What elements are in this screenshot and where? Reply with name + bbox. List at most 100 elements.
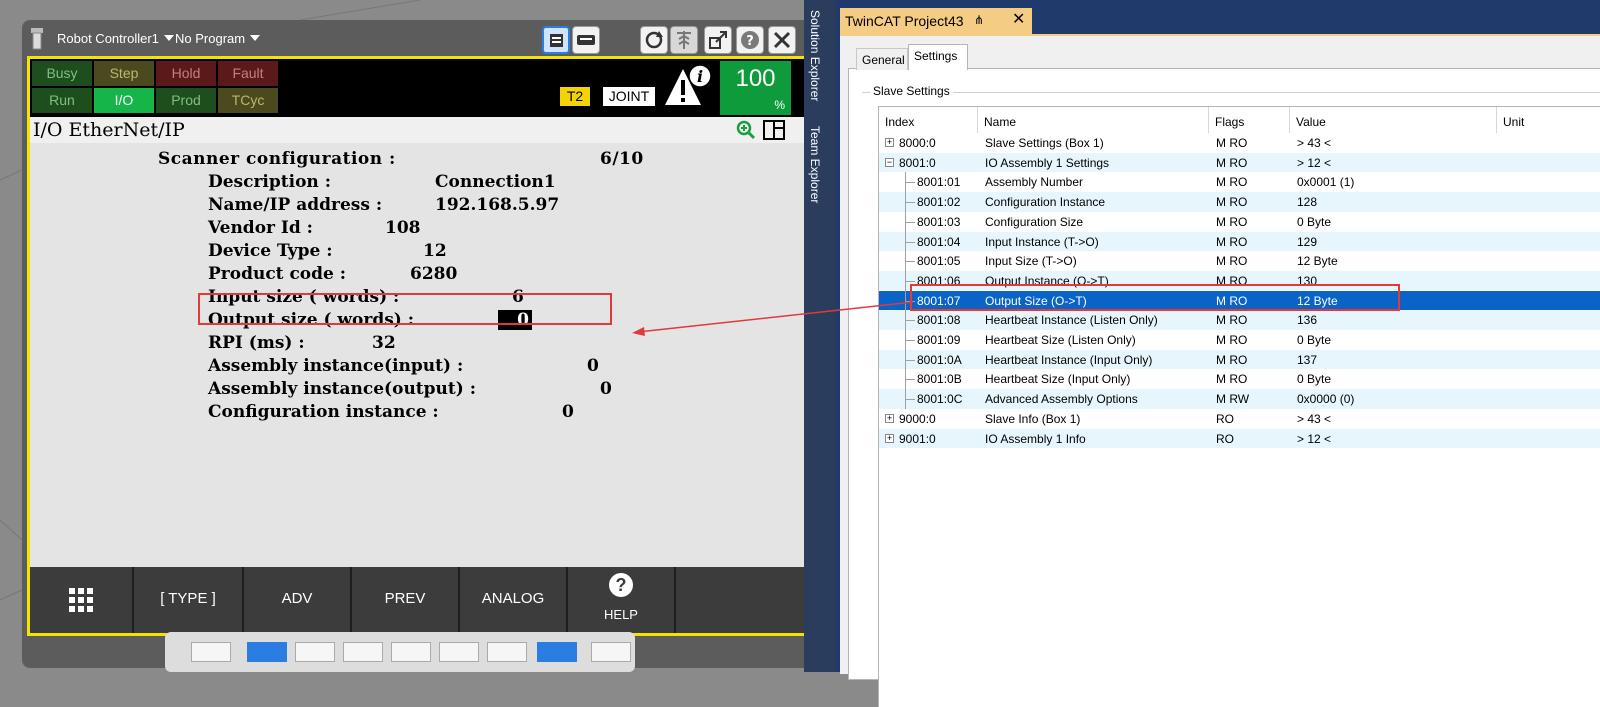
- tree-connector: [905, 359, 915, 361]
- table-row[interactable]: +9001:0 IO Assembly 1 Info RO > 12 <: [879, 428, 1600, 448]
- collapse-icon[interactable]: −: [885, 157, 894, 167]
- led-step: Step: [94, 61, 154, 86]
- table-row[interactable]: +9000:0 Slave Info (Box 1) RO > 43 <: [879, 409, 1600, 429]
- prev-key-label: PREV: [384, 590, 426, 607]
- table-row[interactable]: 8001:0B Heartbeat Size (Input Only) M RO 0 …: [879, 369, 1600, 390]
- field-assembly-input-label: Assembly instance(input) :: [208, 356, 464, 376]
- table-row[interactable]: 8001:0C Advanced Assembly Options M RW 0x00…: [879, 389, 1600, 410]
- field-vendor-value[interactable]: 108: [385, 218, 421, 238]
- controller-label: Robot Controller1: [57, 31, 159, 46]
- external-button[interactable]: [704, 26, 732, 54]
- table-row[interactable]: 8001:08 Heartbeat Instance (Listen Only) M…: [879, 310, 1600, 331]
- tree-connector: [905, 340, 915, 341]
- keyboard-button[interactable]: [572, 26, 600, 54]
- field-ip-value[interactable]: 192.168.5.97: [435, 195, 559, 215]
- tree-connector: [905, 330, 906, 350]
- bottom-key[interactable]: [439, 642, 479, 662]
- pin-icon[interactable]: ⋔: [974, 13, 984, 27]
- field-device-type-label: Device Type :: [208, 241, 333, 261]
- expand-icon[interactable]: +: [885, 138, 894, 147]
- empty-key[interactable]: [676, 567, 812, 633]
- cell-name: Heartbeat Instance (Listen Only): [985, 313, 1158, 328]
- frame-icon: [677, 31, 691, 49]
- settings-grid: Index Name Flags Value Unit +8000:0 Slave…: [878, 106, 1600, 707]
- softkey-bar: [ TYPE ] ADV PREV ANALOG ? HELP: [30, 567, 812, 633]
- expand-icon[interactable]: +: [885, 413, 894, 423]
- cell-index: 8001:04: [917, 234, 961, 249]
- help-key[interactable]: ? HELP: [568, 567, 676, 633]
- column-header-name[interactable]: Name: [978, 107, 1208, 133]
- info-button[interactable]: ?: [736, 26, 764, 54]
- output-size-row-highlight: [910, 284, 1400, 311]
- controller-dropdown[interactable]: Robot Controller1: [57, 31, 174, 46]
- tab-settings[interactable]: Settings: [908, 44, 968, 70]
- close-icon[interactable]: ✕: [1012, 9, 1025, 29]
- override-speed[interactable]: 100 %: [720, 61, 791, 115]
- cell-index: 9001:0: [899, 431, 936, 446]
- table-row[interactable]: 8001:09 Heartbeat Size (Listen Only) M RO 0…: [879, 330, 1600, 350]
- column-header-value[interactable]: Value: [1290, 107, 1496, 133]
- cell-value: > 12 <: [1297, 431, 1332, 446]
- alarm-warning-icon[interactable]: i: [663, 63, 713, 107]
- scanner-config-index: 6/10: [600, 149, 644, 169]
- cell-index: 8001:05: [917, 254, 961, 269]
- cell-name: Slave Settings (Box 1): [985, 136, 1104, 150]
- led-run: Run: [32, 88, 92, 113]
- field-config-instance-value[interactable]: 0: [562, 402, 574, 422]
- solution-explorer-tab[interactable]: Solution Explorer: [808, 10, 822, 101]
- close-button[interactable]: [768, 26, 796, 54]
- bottom-key[interactable]: [295, 642, 335, 662]
- cell-flags: M RO: [1216, 195, 1248, 210]
- expand-icon[interactable]: +: [885, 433, 894, 443]
- field-device-type-value[interactable]: 12: [423, 241, 447, 261]
- field-description-value[interactable]: Connection1: [435, 172, 556, 192]
- field-assembly-input-value[interactable]: 0: [587, 356, 599, 376]
- prev-key[interactable]: PREV: [352, 567, 460, 633]
- zoom-in-icon[interactable]: [736, 120, 756, 140]
- cell-value: 0x0000 (0): [1297, 392, 1355, 407]
- bottom-key[interactable]: [487, 642, 527, 662]
- adv-key-label: ADV: [281, 590, 313, 607]
- table-row[interactable]: +8000:0 Slave Settings (Box 1) M RO > 43 <: [879, 133, 1600, 153]
- bottom-key[interactable]: [391, 642, 431, 662]
- table-row[interactable]: 8001:01 Assembly Number M RO 0x0001 (1): [879, 172, 1600, 193]
- program-label: No Program: [175, 31, 246, 46]
- bottom-key[interactable]: [191, 642, 231, 662]
- analog-key[interactable]: ANALOG: [460, 567, 568, 633]
- column-header-unit[interactable]: Unit: [1497, 107, 1597, 133]
- table-row[interactable]: 8001:0A Heartbeat Instance (Input Only) M …: [879, 349, 1600, 370]
- table-row[interactable]: 8001:05 Input Size (T->O) M RO 12 Byte: [879, 251, 1600, 272]
- cell-name: Input Size (T->O): [985, 254, 1077, 269]
- refresh-button[interactable]: [640, 26, 668, 54]
- bottom-key-active[interactable]: [537, 642, 577, 662]
- table-row[interactable]: 8001:04 Input Instance (T->O) M RO 129: [879, 231, 1600, 252]
- tab-general[interactable]: General: [856, 48, 908, 70]
- frame-button[interactable]: [670, 26, 698, 54]
- menu-grid-key[interactable]: [30, 567, 134, 633]
- field-product-code-value[interactable]: 6280: [410, 264, 457, 284]
- team-explorer-tab[interactable]: Team Explorer: [808, 126, 822, 203]
- column-header-index[interactable]: Index: [879, 107, 977, 133]
- field-config-instance-label: Configuration instance :: [208, 402, 439, 422]
- program-dropdown[interactable]: No Program: [175, 31, 261, 46]
- table-row[interactable]: −8001:0 IO Assembly 1 Settings M RO > 12 <: [879, 152, 1600, 173]
- bottom-key-active[interactable]: [247, 642, 287, 662]
- chevron-down-icon: [163, 35, 174, 41]
- field-rpi-value[interactable]: 32: [372, 333, 396, 353]
- cell-name: Heartbeat Size (Listen Only): [985, 333, 1136, 347]
- type-key[interactable]: [ TYPE ]: [134, 567, 244, 633]
- table-row[interactable]: 8001:03 Configuration Size M RO 0 Byte: [879, 211, 1600, 232]
- cell-value: 0 Byte: [1297, 214, 1332, 229]
- table-row[interactable]: 8001:02 Configuration Instance M RO 128: [879, 192, 1600, 213]
- adv-key[interactable]: ADV: [244, 567, 352, 633]
- field-assembly-output-value[interactable]: 0: [600, 379, 612, 399]
- maximize-window-icon[interactable]: [763, 120, 785, 140]
- single-display-button[interactable]: [542, 26, 570, 54]
- cell-index: 9000:0: [899, 411, 936, 426]
- cell-flags: M RO: [1216, 333, 1248, 347]
- bottom-key[interactable]: [343, 642, 383, 662]
- cell-index: 8001:03: [917, 214, 961, 229]
- bottom-key[interactable]: [591, 642, 631, 662]
- column-header-flags[interactable]: Flags: [1209, 107, 1289, 133]
- document-tab[interactable]: TwinCAT Project43 ⋔ ✕: [840, 8, 1032, 34]
